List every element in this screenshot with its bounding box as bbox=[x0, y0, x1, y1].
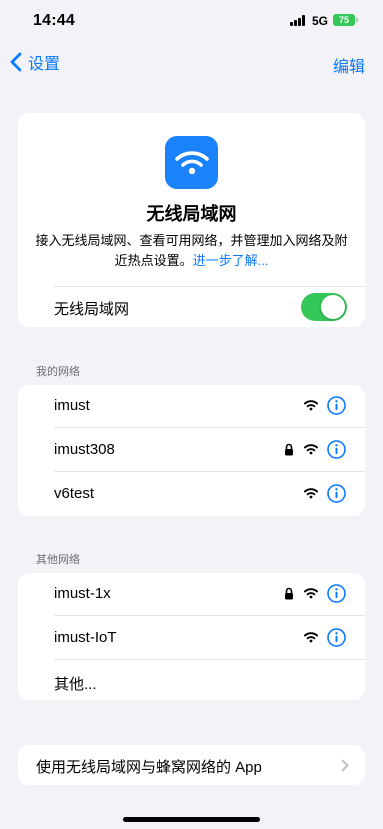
edit-button[interactable]: 编辑 bbox=[333, 53, 365, 77]
network-row-imust[interactable]: imust bbox=[18, 385, 365, 428]
my-networks-header: 我的网络 bbox=[36, 366, 80, 378]
network-name: imust bbox=[54, 397, 90, 414]
back-label: 设置 bbox=[28, 56, 61, 73]
other-networks-header: 其他网络 bbox=[36, 554, 80, 566]
info-icon[interactable] bbox=[327, 628, 346, 647]
my-networks-list: imust imust308 v6test bbox=[18, 385, 365, 516]
chevron-left-icon bbox=[10, 52, 22, 72]
network-name: imust308 bbox=[54, 441, 115, 458]
divider bbox=[54, 286, 365, 287]
wifi-icon bbox=[304, 632, 318, 643]
hero-description-text: 接入无线局域网、查看可用网络，并管理加入网络及附近热点设置。 bbox=[35, 233, 348, 268]
network-row-imust-iot[interactable]: imust-IoT bbox=[18, 617, 365, 660]
network-row-imust308[interactable]: imust308 bbox=[18, 429, 365, 472]
divider bbox=[54, 615, 365, 616]
network-type: 5G bbox=[312, 14, 329, 28]
wifi-icon bbox=[174, 150, 209, 174]
other-network-row[interactable]: 其他... bbox=[18, 661, 365, 700]
network-row-imust-1x[interactable]: imust-1x bbox=[18, 573, 365, 616]
wlan-cellular-apps-row[interactable]: 使用无线局域网与蜂窝网络的 App bbox=[18, 745, 365, 785]
status-time: 14:44 bbox=[33, 12, 75, 29]
info-icon[interactable] bbox=[327, 396, 346, 415]
toggle-knob bbox=[321, 295, 345, 319]
cellular-signal-icon bbox=[290, 15, 308, 26]
learn-more-link[interactable]: 进一步了解... bbox=[193, 253, 269, 268]
wifi-hero-card: 无线局域网 接入无线局域网、查看可用网络，并管理加入网络及附近热点设置。进一步了… bbox=[18, 113, 365, 327]
lock-icon bbox=[285, 587, 293, 600]
wifi-icon bbox=[304, 444, 318, 455]
other-networks-list: imust-1x imust-IoT 其他... bbox=[18, 573, 365, 700]
wlan-cellular-apps-label: 使用无线局域网与蜂窝网络的 App bbox=[36, 759, 262, 776]
home-indicator[interactable] bbox=[123, 817, 260, 822]
battery-tip bbox=[356, 18, 358, 22]
info-icon[interactable] bbox=[327, 440, 346, 459]
network-name: imust-IoT bbox=[54, 629, 117, 646]
wifi-icon bbox=[304, 588, 318, 599]
wifi-icon bbox=[304, 488, 318, 499]
battery-level: 75 bbox=[338, 15, 349, 25]
chevron-right-icon bbox=[341, 759, 349, 772]
network-row-v6test[interactable]: v6test bbox=[18, 473, 365, 516]
wifi-icon bbox=[304, 400, 318, 411]
hero-description: 接入无线局域网、查看可用网络，并管理加入网络及附近热点设置。进一步了解... bbox=[32, 231, 351, 271]
divider bbox=[54, 659, 365, 660]
lock-icon bbox=[285, 443, 293, 456]
divider bbox=[54, 427, 365, 428]
back-button[interactable]: 设置 bbox=[10, 51, 60, 73]
info-icon[interactable] bbox=[327, 484, 346, 503]
network-name: v6test bbox=[54, 485, 95, 502]
network-name: imust-1x bbox=[54, 585, 111, 602]
info-icon[interactable] bbox=[327, 584, 346, 603]
wifi-toggle-label: 无线局域网 bbox=[54, 301, 130, 318]
wifi-app-icon bbox=[165, 136, 218, 189]
wifi-toggle[interactable] bbox=[301, 293, 347, 321]
status-bar: 14:44 5G 75 bbox=[0, 0, 383, 44]
hero-title: 无线局域网 bbox=[146, 204, 237, 224]
battery-icon: 75 bbox=[333, 14, 355, 26]
divider bbox=[54, 471, 365, 472]
other-network-label: 其他... bbox=[54, 676, 97, 693]
